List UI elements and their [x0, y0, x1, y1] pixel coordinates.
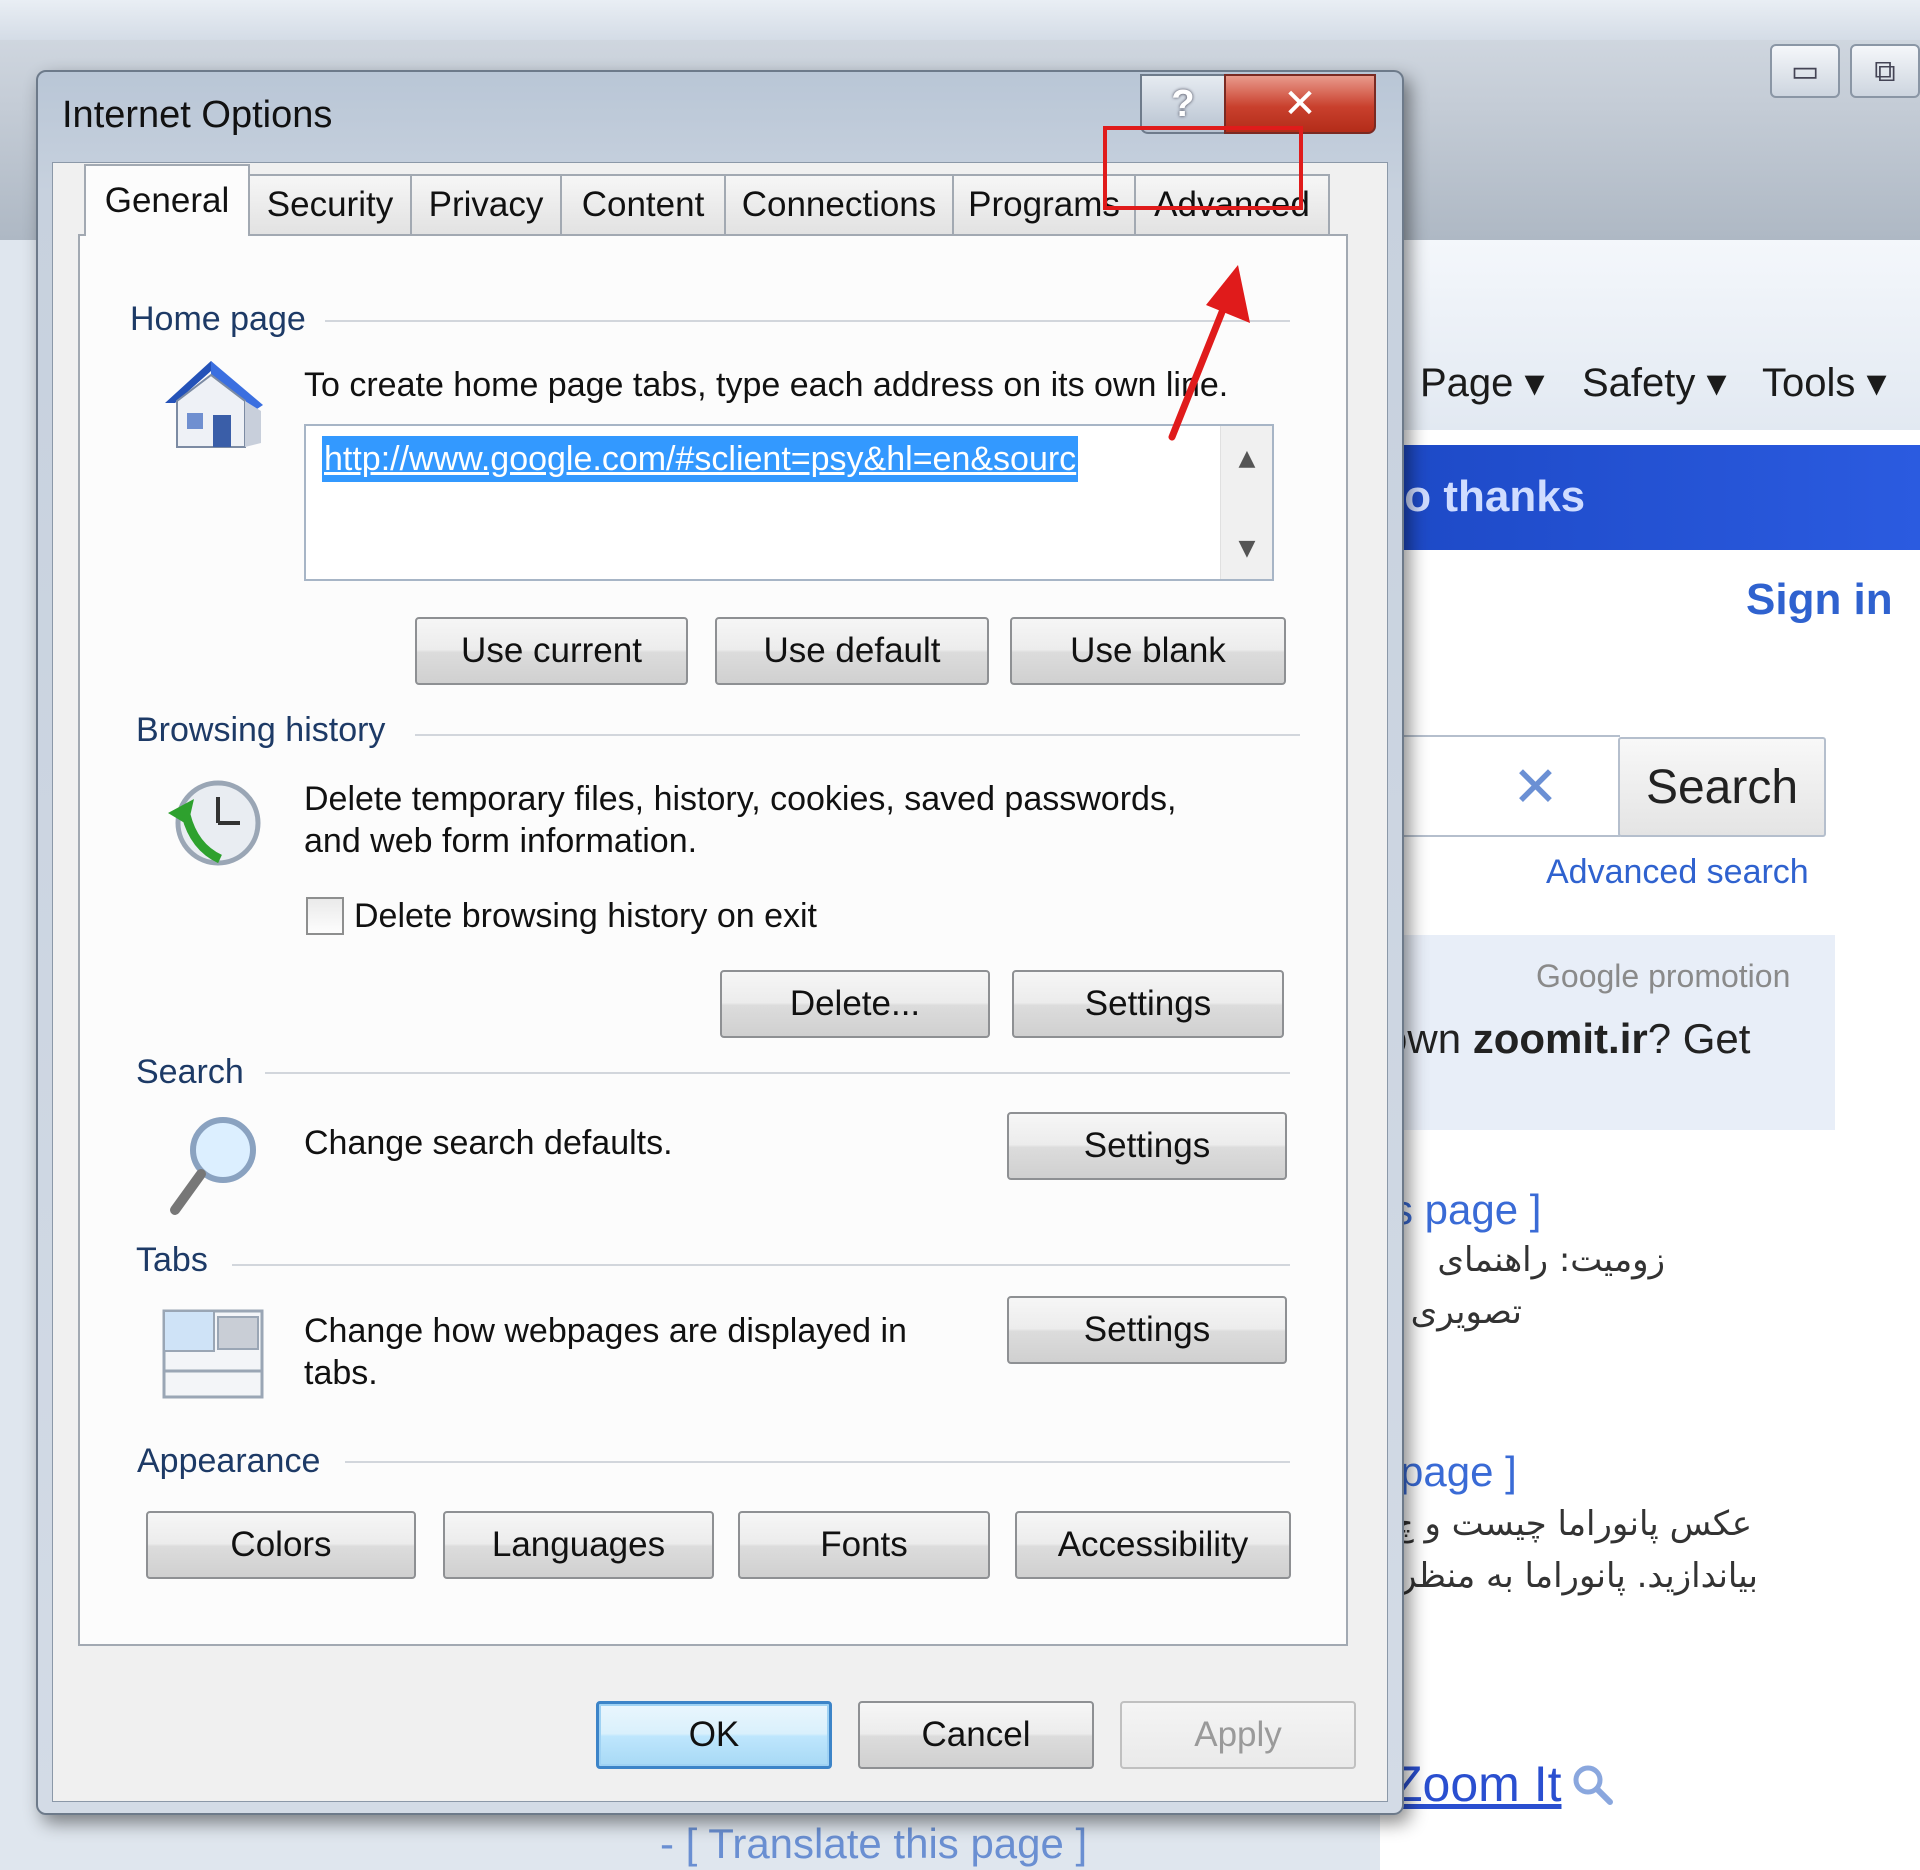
promotion-text: own zoomit.ir? Get [1384, 1015, 1751, 1062]
use-default-button[interactable]: Use default [715, 617, 989, 685]
accessibility-button[interactable]: Accessibility [1015, 1511, 1291, 1579]
google-search-input[interactable] [1380, 735, 1620, 837]
cancel-button[interactable]: Cancel [858, 1701, 1094, 1769]
safety-menu[interactable]: Safety ▾ [1582, 360, 1727, 406]
appearance-section-label: Appearance [137, 1442, 321, 1480]
house-icon [165, 361, 263, 448]
scroll-down-icon[interactable]: ▼ [1221, 536, 1273, 561]
browsing-history-label: Browsing history [136, 711, 386, 749]
browsing-history-divider [415, 734, 1300, 736]
scroll-up-icon[interactable]: ▲ [1221, 446, 1273, 471]
browsing-history-description-1: Delete temporary files, history, cookies… [304, 780, 1177, 818]
tab-general[interactable]: General [84, 164, 250, 236]
home-page-divider [325, 320, 1290, 322]
result-snippet-2b: بیاندازید. پانوراما به منظر [1400, 1556, 1758, 1596]
colors-button[interactable]: Colors [146, 1511, 416, 1579]
zoom-it-link[interactable]: Zoom It [1392, 1755, 1561, 1813]
no-thanks-link[interactable]: lo thanks [1392, 472, 1585, 522]
use-blank-button[interactable]: Use blank [1010, 617, 1286, 685]
tabs-description-2: tabs. [304, 1354, 378, 1392]
search-divider [265, 1072, 1290, 1074]
advanced-tab-highlight [1103, 126, 1303, 210]
clear-search-icon[interactable]: ✕ [1512, 755, 1559, 820]
close-button[interactable]: ✕ [1224, 74, 1376, 134]
minimize-button[interactable]: ▭ [1770, 44, 1840, 98]
browser-page-content [1380, 430, 1920, 1870]
tabs-divider [232, 1264, 1290, 1266]
tab-connections[interactable]: Connections [724, 174, 954, 234]
search-settings-button[interactable]: Settings [1007, 1112, 1287, 1180]
home-page-label: Home page [130, 300, 306, 338]
maximize-button[interactable]: ⧉ [1850, 44, 1920, 98]
tabs-section-label: Tabs [136, 1241, 208, 1279]
history-clock-icon [168, 780, 261, 866]
delete-history-on-exit-label[interactable]: Delete browsing history on exit [354, 895, 817, 937]
url-field-scrollbar[interactable]: ▲ ▼ [1220, 426, 1272, 579]
dialog-title: Internet Options [62, 94, 333, 136]
translate-page-link[interactable]: - [ Translate this page ] [660, 1820, 1087, 1868]
advanced-search-link[interactable]: Advanced search [1546, 853, 1809, 892]
use-current-button[interactable]: Use current [415, 617, 688, 685]
tabs-description-1: Change how webpages are displayed in [304, 1312, 907, 1350]
promotion-label: Google promotion [1536, 958, 1791, 994]
appearance-divider [345, 1461, 1290, 1463]
result-snippet-1a: زومیت: راهنمای [1437, 1240, 1665, 1280]
fonts-button[interactable]: Fonts [738, 1511, 990, 1579]
browsing-history-description-2: and web form information. [304, 822, 698, 860]
google-search-button[interactable]: Search [1618, 737, 1826, 837]
tabs-settings-button[interactable]: Settings [1007, 1296, 1287, 1364]
delete-history-button[interactable]: Delete... [720, 970, 990, 1038]
page-menu[interactable]: Page ▾ [1420, 360, 1545, 406]
tab-content[interactable]: Content [560, 174, 726, 234]
result-link-1[interactable]: s page ] [1392, 1186, 1541, 1234]
help-button[interactable]: ? [1140, 74, 1224, 134]
result-snippet-2a: عکس پانوراما چیست و چ [1391, 1504, 1752, 1544]
result-link-2[interactable]: page ] [1400, 1448, 1517, 1496]
tools-menu[interactable]: Tools ▾ [1762, 360, 1887, 406]
home-page-url-value[interactable]: http://www.google.com/#sclient=psy&hl=en… [322, 436, 1079, 482]
search-section-label: Search [136, 1053, 244, 1091]
delete-history-on-exit-checkbox[interactable] [306, 897, 344, 935]
browser-tabs-icon [162, 1309, 264, 1399]
tab-security[interactable]: Security [248, 174, 412, 234]
tab-privacy[interactable]: Privacy [410, 174, 562, 234]
sign-in-link[interactable]: Sign in [1746, 575, 1893, 625]
search-description: Change search defaults. [304, 1124, 673, 1162]
home-page-description: To create home page tabs, type each addr… [304, 366, 1229, 404]
red-arrow-annotation [1168, 265, 1250, 441]
ok-button[interactable]: OK [596, 1701, 832, 1769]
apply-button[interactable]: Apply [1120, 1701, 1356, 1769]
home-page-url-field[interactable]: http://www.google.com/#sclient=psy&hl=en… [304, 424, 1274, 581]
languages-button[interactable]: Languages [443, 1511, 714, 1579]
magnifier-icon [170, 1117, 256, 1215]
history-settings-button[interactable]: Settings [1012, 970, 1284, 1038]
magnifier-icon [1573, 1765, 1613, 1805]
